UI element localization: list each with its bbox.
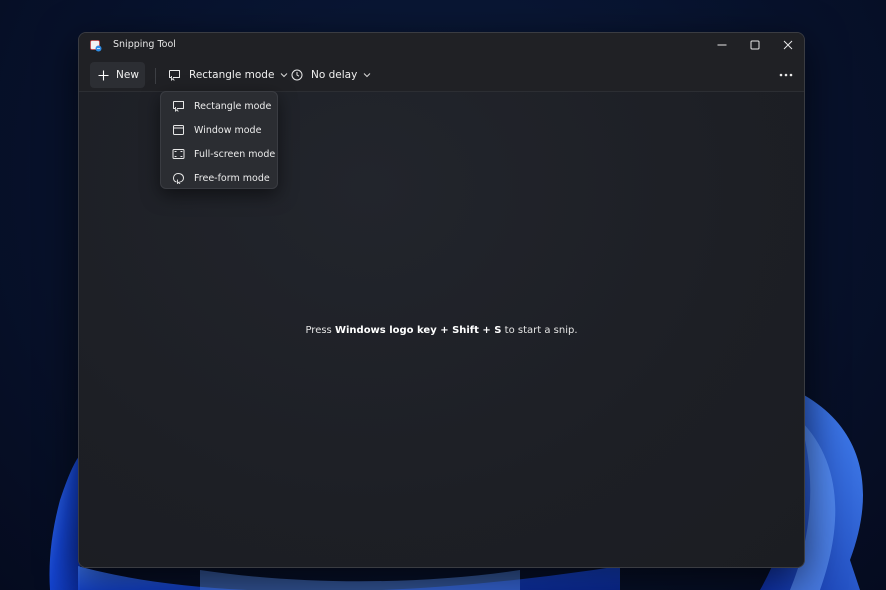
more-options-button[interactable] (773, 62, 799, 88)
title-bar[interactable]: Snipping Tool (79, 33, 804, 59)
snip-mode-menu: Rectangle mode Window mode Full-screen m… (160, 91, 278, 189)
delay-dropdown[interactable]: No delay (287, 62, 373, 88)
minimize-icon (717, 40, 727, 50)
snipping-tool-icon (90, 40, 102, 52)
clock-icon (291, 69, 303, 81)
menu-item-rectangle-mode[interactable]: Rectangle mode (161, 94, 277, 118)
toolbar: New Rectangle mode No delay (79, 59, 804, 91)
new-label: New (116, 69, 139, 81)
chevron-down-icon (363, 72, 371, 78)
maximize-icon (750, 40, 760, 50)
close-button[interactable] (771, 33, 804, 57)
free-form-mode-icon (172, 172, 185, 184)
menu-item-window-mode[interactable]: Window mode (161, 118, 277, 142)
plus-icon (98, 70, 109, 81)
more-icon (779, 73, 793, 77)
full-screen-mode-icon (172, 148, 185, 160)
snip-mode-dropdown[interactable]: Rectangle mode (163, 62, 288, 88)
rectangle-mode-icon (172, 100, 185, 112)
hint-prefix: Press (305, 325, 335, 336)
window-title: Snipping Tool (113, 39, 176, 50)
rectangle-mode-icon (168, 69, 181, 81)
hint-keys: Windows logo key + Shift + S (334, 325, 502, 336)
minimize-button[interactable] (705, 33, 739, 57)
maximize-button[interactable] (738, 33, 772, 57)
delay-label: No delay (311, 69, 358, 81)
menu-item-free-form-mode[interactable]: Free-form mode (161, 166, 277, 190)
hint-suffix: to start a snip. (501, 325, 578, 336)
menu-item-label: Rectangle mode (194, 100, 272, 112)
start-snip-hint: Press Windows logo key + Shift + S to st… (79, 325, 804, 336)
menu-item-label: Window mode (194, 124, 262, 136)
toolbar-separator (155, 68, 156, 84)
new-snip-button[interactable]: New (90, 62, 145, 88)
menu-item-label: Free-form mode (194, 172, 270, 184)
snip-mode-label: Rectangle mode (189, 69, 275, 81)
menu-item-full-screen-mode[interactable]: Full-screen mode (161, 142, 277, 166)
window-mode-icon (172, 124, 185, 136)
close-icon (783, 40, 793, 50)
menu-item-label: Full-screen mode (194, 148, 276, 160)
